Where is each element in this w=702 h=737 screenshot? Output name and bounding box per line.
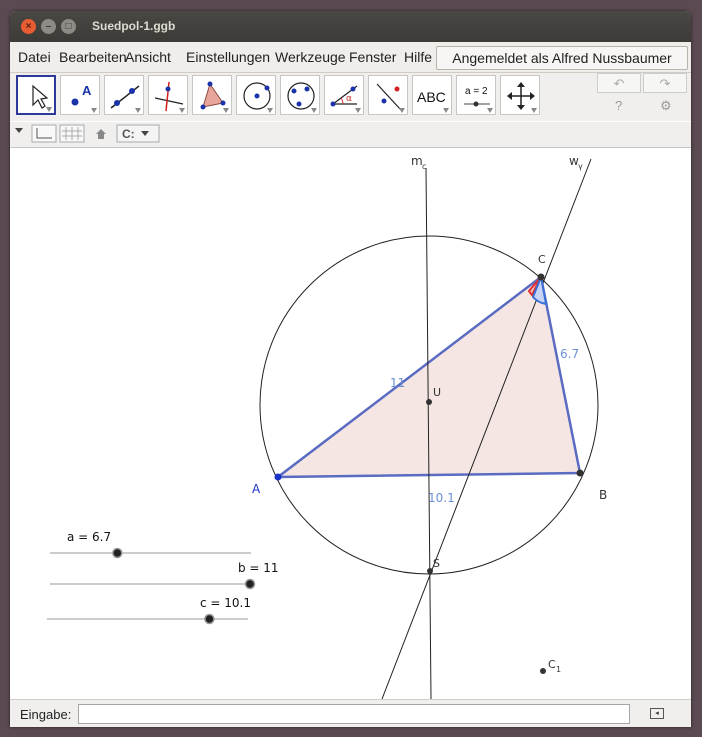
label-mc-subscript: c (422, 162, 426, 171)
menu-fenster[interactable]: Fenster (349, 49, 396, 65)
login-button[interactable]: Angemeldet als Alfred Nussbaumer (436, 46, 688, 70)
svg-text:α: α (346, 94, 352, 104)
tool-menu-arrow-icon (267, 108, 273, 113)
tool-move-view[interactable] (500, 75, 540, 115)
slider-b[interactable]: b = 11 (50, 561, 279, 590)
maximize-button[interactable]: □ (61, 19, 76, 34)
label-s: S (433, 557, 440, 570)
toolbar: A α ABC a = 2 ↶ ↷ ? ⚙ (10, 73, 691, 121)
input-label: Eingabe: (20, 707, 72, 722)
segment-label-a: 6.7 (560, 347, 579, 361)
tool-reflect[interactable] (368, 75, 408, 115)
slider-b-label: b = 11 (238, 561, 279, 575)
minimize-button[interactable]: – (41, 19, 56, 34)
label-mc: m (411, 154, 423, 168)
toggle-stylebar-icon[interactable] (15, 128, 23, 133)
tool-menu-arrow-icon (46, 107, 52, 112)
tool-menu-arrow-icon (443, 108, 449, 113)
point-u[interactable] (426, 399, 432, 405)
home-icon[interactable] (96, 129, 106, 139)
tool-menu-arrow-icon (179, 108, 185, 113)
geometry-canvas[interactable]: A B C U S C 1 m c w γ 11 6.7 10.1 a = 6.… (10, 148, 691, 700)
label-c: C (538, 253, 546, 266)
tool-menu-arrow-icon (355, 108, 361, 113)
menu-werkzeuge[interactable]: Werkzeuge (275, 49, 346, 65)
segment-label-b: 11 (390, 376, 405, 390)
menu-bearbeiten[interactable]: Bearbeiten (59, 49, 127, 65)
graphics-style-bar: C: (10, 122, 691, 148)
tool-circle-center[interactable] (236, 75, 276, 115)
tool-menu-arrow-icon (487, 108, 493, 113)
label-c1-subscript: 1 (556, 665, 561, 674)
tool-angle[interactable]: α (324, 75, 364, 115)
slider-a[interactable]: a = 6.7 (50, 530, 251, 559)
tool-menu-arrow-icon (223, 108, 229, 113)
help-icon[interactable]: ? (615, 98, 622, 113)
segment-label-c: 10.1 (428, 491, 455, 505)
menu-ansicht[interactable]: Ansicht (125, 49, 171, 65)
undo-button[interactable]: ↶ (597, 73, 641, 93)
tool-point[interactable]: A (60, 75, 100, 115)
menu-bar: Datei Bearbeiten Ansicht Einstellungen W… (10, 42, 691, 73)
slider-a-label: a = 6.7 (67, 530, 111, 544)
point-a[interactable] (274, 473, 282, 481)
cursor-arrow-icon (32, 84, 49, 109)
settings-icon[interactable]: ⚙ (660, 98, 672, 114)
window-title: Suedpol-1.ggb (92, 19, 176, 33)
point-c[interactable] (537, 273, 545, 281)
slider-a-handle[interactable] (112, 547, 123, 559)
svg-text:C:: C: (122, 127, 135, 141)
keyboard-icon[interactable]: ◂ (650, 708, 664, 719)
slider-c[interactable]: c = 10.1 (47, 596, 251, 625)
label-c1: C (548, 658, 556, 671)
point-c1[interactable] (540, 668, 546, 674)
tool-circle-three-points[interactable] (280, 75, 320, 115)
slider-b-handle[interactable] (244, 578, 256, 590)
tool-menu-arrow-icon (531, 108, 537, 113)
graphics-view[interactable]: A B C U S C 1 m c w γ 11 6.7 10.1 a = 6.… (10, 148, 691, 700)
slider-c-handle[interactable] (204, 613, 215, 625)
axes-toggle-icon[interactable] (31, 124, 57, 143)
label-u: U (433, 386, 441, 399)
tool-line[interactable] (104, 75, 144, 115)
menu-hilfe[interactable]: Hilfe (404, 49, 432, 65)
tool-menu-arrow-icon (399, 108, 405, 113)
style-bar-icons: C: (15, 124, 160, 143)
tool-menu-arrow-icon (311, 108, 317, 113)
tool-text[interactable]: ABC (412, 75, 452, 115)
input-bar: Eingabe: ◂ (10, 699, 691, 727)
tool-slider[interactable]: a = 2 (456, 75, 496, 115)
tool-move[interactable] (16, 75, 56, 115)
tool-perpendicular[interactable] (148, 75, 188, 115)
menu-datei[interactable]: Datei (18, 49, 51, 65)
app-window: × – □ Suedpol-1.ggb Datei Bearbeiten Ans… (10, 11, 691, 727)
svg-text:a = 2: a = 2 (465, 86, 488, 97)
title-bar: × – □ Suedpol-1.ggb (10, 11, 691, 42)
slider-c-label: c = 10.1 (200, 596, 251, 610)
svg-text:A: A (82, 83, 92, 98)
label-w-subscript: γ (578, 162, 583, 171)
redo-button[interactable]: ↷ (643, 73, 687, 93)
label-a: A (252, 482, 261, 496)
svg-text:ABC: ABC (417, 89, 446, 105)
tool-polygon[interactable] (192, 75, 232, 115)
tool-menu-arrow-icon (135, 108, 141, 113)
point-b[interactable] (576, 469, 584, 477)
menu-einstellungen[interactable]: Einstellungen (186, 49, 270, 65)
input-field[interactable] (78, 704, 630, 724)
close-button[interactable]: × (21, 19, 36, 34)
tool-menu-arrow-icon (91, 108, 97, 113)
label-b: B (599, 488, 607, 502)
